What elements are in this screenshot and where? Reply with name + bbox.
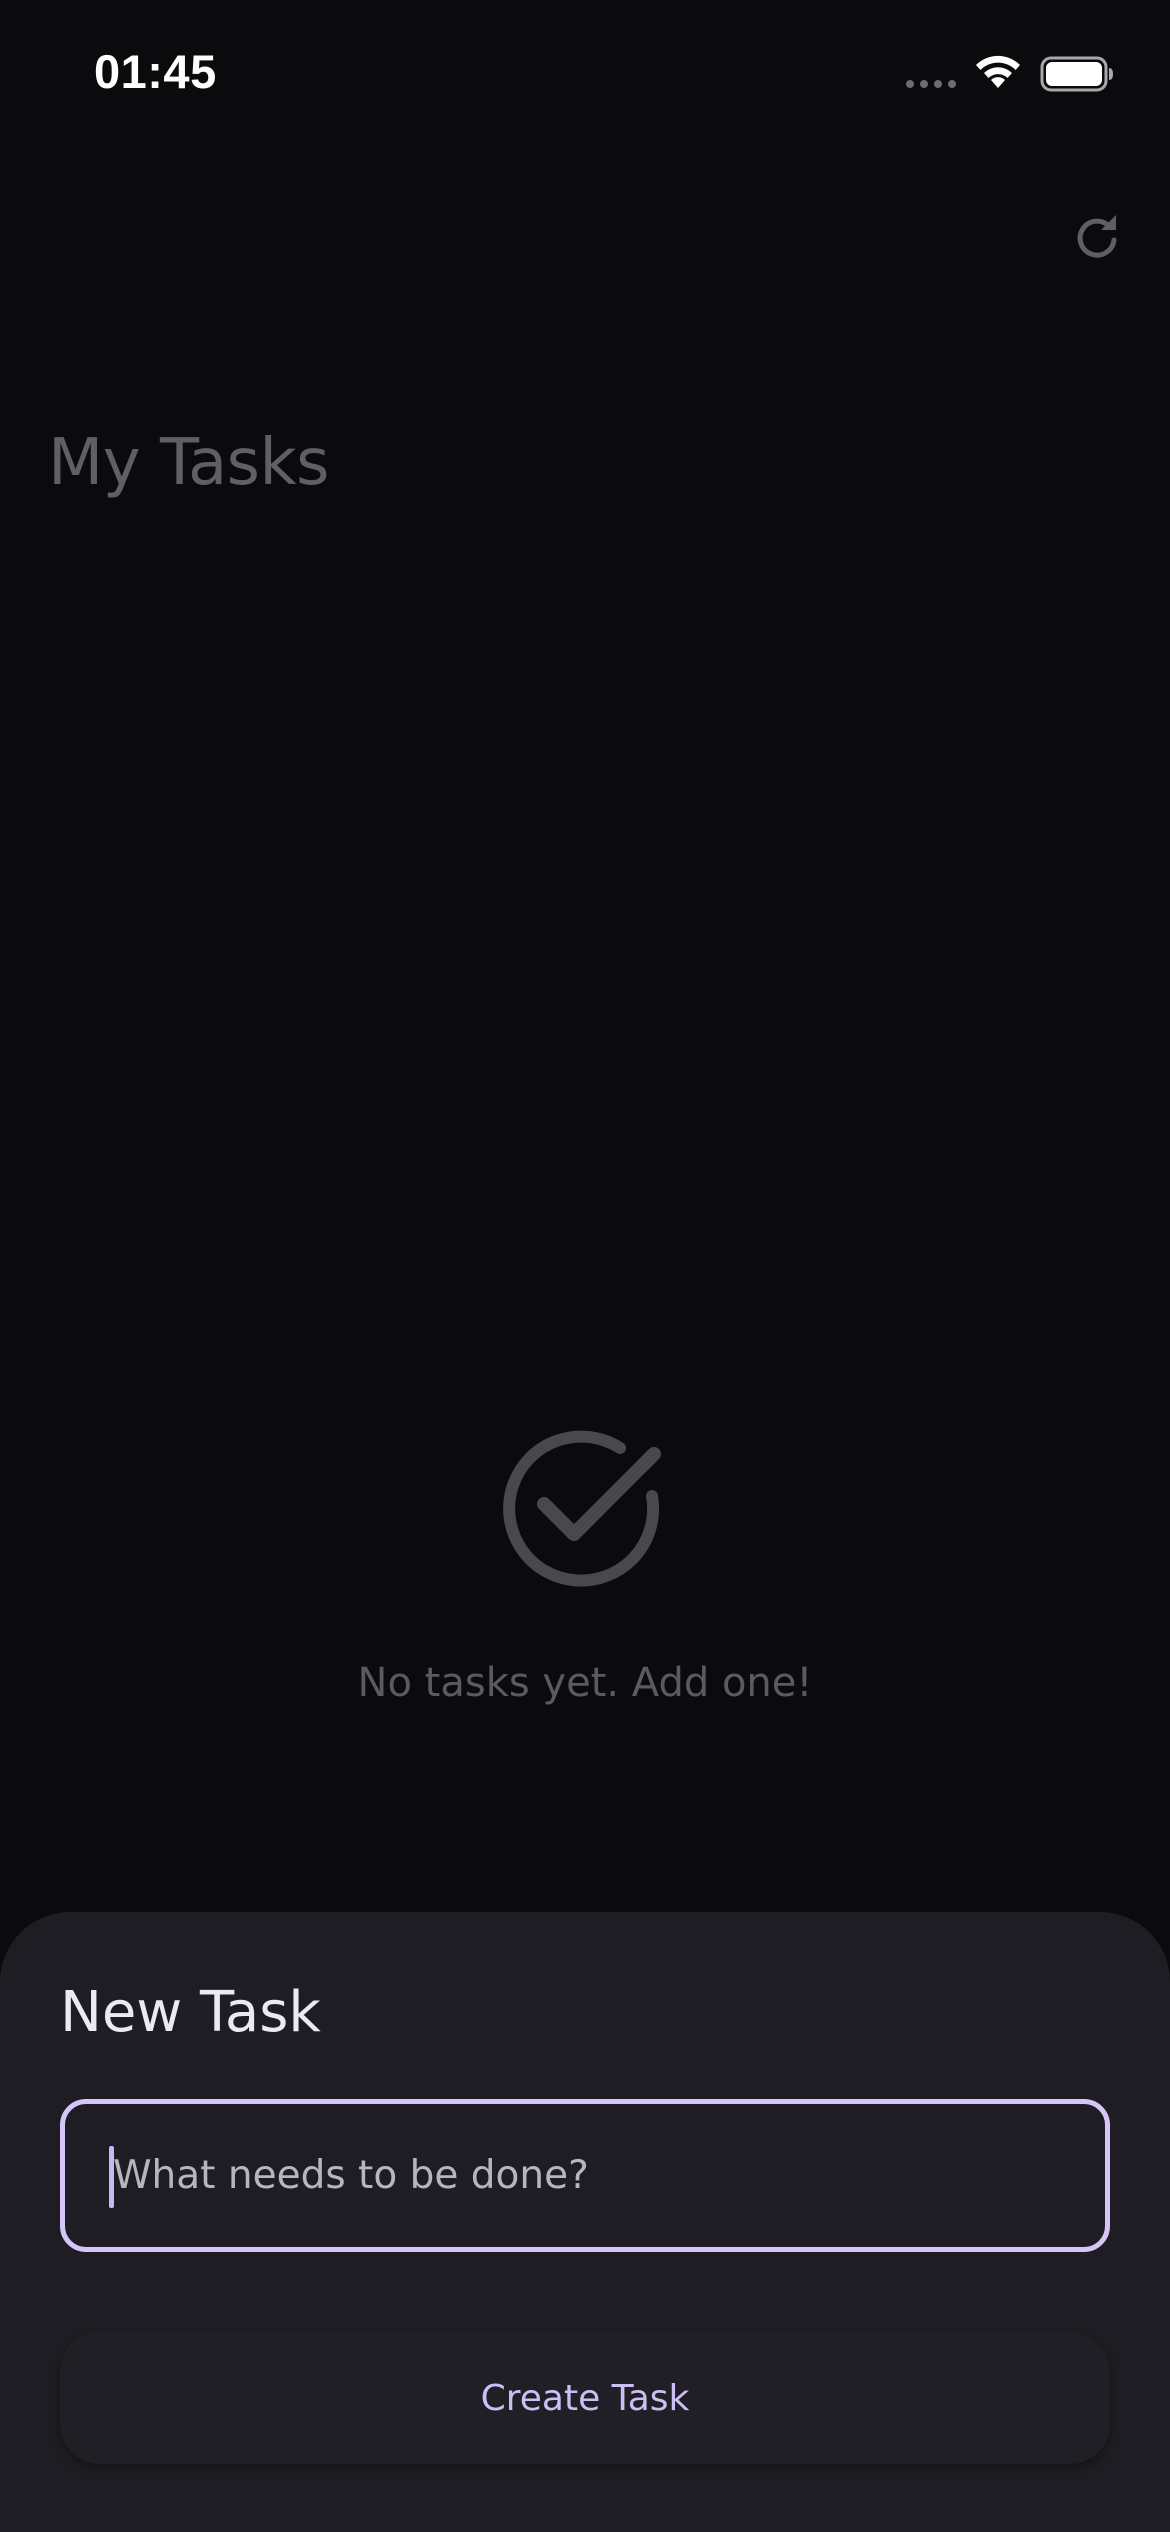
- sheet-title: New Task: [60, 1980, 321, 2045]
- status-bar: 01:45: [0, 0, 1170, 150]
- cellular-signal-icon: [906, 80, 956, 88]
- page-title: My Tasks: [48, 426, 329, 500]
- wifi-icon: [976, 55, 1020, 88]
- task-input[interactable]: [113, 2104, 1093, 2247]
- refresh-icon: [1077, 215, 1117, 258]
- battery-icon: [1040, 56, 1113, 92]
- create-task-button[interactable]: Create Task: [60, 2332, 1110, 2464]
- empty-state-message: No tasks yet. Add one!: [357, 1660, 813, 1706]
- screen: 01:45 My Tasks No tasks yet. Add one! Ne…: [0, 0, 1170, 2532]
- task-input-container[interactable]: [60, 2099, 1110, 2252]
- refresh-button[interactable]: [1066, 206, 1130, 270]
- new-task-sheet: New Task Create Task: [0, 1912, 1170, 2532]
- status-time: 01:45: [94, 45, 217, 98]
- check-circle-icon: [503, 1430, 661, 1587]
